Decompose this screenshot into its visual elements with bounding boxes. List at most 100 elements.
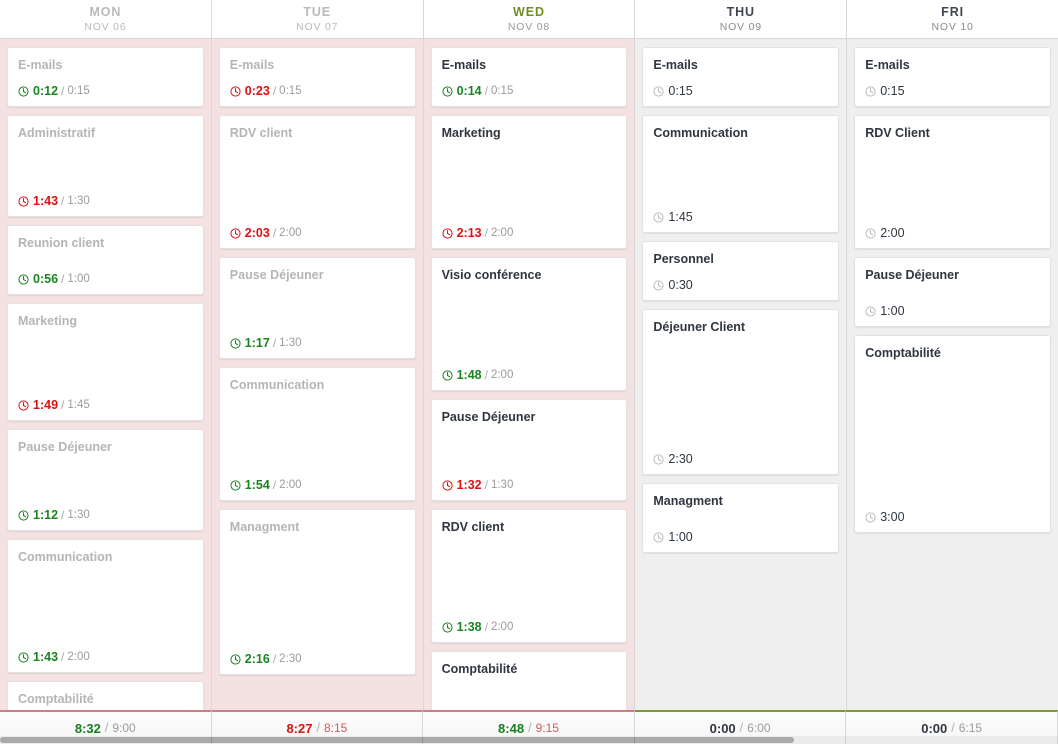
total-separator: / bbox=[528, 721, 532, 735]
day-column-fri[interactable]: E-mails 0:15 RDV Client 2:00 Pause Déjeuner 1… bbox=[847, 39, 1058, 710]
task-card[interactable]: Pause Déjeuner 1:17/1:30 bbox=[218, 257, 416, 359]
task-planned-time: 2:30 bbox=[668, 452, 693, 466]
task-time-row: 0:23/0:15 bbox=[230, 84, 405, 98]
task-planned-time: 1:00 bbox=[668, 530, 693, 544]
task-actual-time: 1:17 bbox=[244, 336, 270, 350]
clock-icon bbox=[442, 479, 453, 491]
time-separator: / bbox=[61, 272, 65, 286]
clock-icon bbox=[230, 479, 241, 491]
task-card[interactable]: E-mails 0:15 bbox=[642, 47, 840, 107]
task-title: E-mails bbox=[229, 58, 275, 72]
clock-icon bbox=[230, 337, 241, 349]
task-card[interactable]: Marketing 1:49/1:45 bbox=[7, 303, 204, 421]
day-header-tue[interactable]: TUE NOV 07 bbox=[211, 0, 424, 38]
task-time-row: 0:15 bbox=[865, 84, 1040, 98]
day-column-wed[interactable]: E-mails 0:14/0:15 Marketing 2:13/2:00 Visio … bbox=[423, 39, 636, 710]
clock-icon bbox=[653, 453, 664, 465]
task-card[interactable]: Reunion client 0:56/1:00 bbox=[7, 225, 204, 295]
task-card[interactable]: Managment 2:16/2:30 bbox=[218, 509, 416, 675]
day-header-thu[interactable]: THU NOV 09 bbox=[635, 0, 848, 38]
day-column-thu[interactable]: E-mails 0:15 Communication 1:45 Personnel 0:3… bbox=[635, 39, 848, 710]
task-card[interactable]: E-mails 0:23/0:15 bbox=[218, 47, 416, 107]
day-header-fri[interactable]: FRI NOV 10 bbox=[847, 0, 1058, 38]
task-card[interactable]: RDV client 2:03/2:00 bbox=[218, 115, 416, 249]
day-total-actual: 8:48 bbox=[498, 720, 525, 736]
task-card[interactable]: Déjeuner Client 2:30 bbox=[642, 309, 840, 475]
day-of-week-label: FRI bbox=[941, 4, 964, 19]
task-card[interactable]: Communication 1:43/2:00 bbox=[7, 539, 204, 673]
task-card[interactable]: E-mails 0:15 bbox=[854, 47, 1051, 107]
task-actual-time: 1:43 bbox=[33, 194, 59, 208]
task-actual-time: 0:14 bbox=[456, 84, 482, 98]
time-separator: / bbox=[61, 398, 65, 412]
task-card[interactable]: RDV client 1:38/2:00 bbox=[430, 509, 628, 643]
task-card[interactable]: Pause Déjeuner 1:00 bbox=[854, 257, 1051, 327]
time-separator: / bbox=[272, 652, 277, 666]
task-title: Reunion client bbox=[18, 236, 105, 250]
clock-icon bbox=[18, 85, 29, 97]
task-planned-time: 2:30 bbox=[279, 653, 302, 665]
weekly-timesheet-app: MON NOV 06 TUE NOV 07 WED NOV 08 THU NOV 09 FRI N… bbox=[0, 0, 1058, 744]
total-separator: / bbox=[316, 721, 320, 735]
total-separator: / bbox=[739, 721, 744, 735]
task-card[interactable]: E-mails 0:12/0:15 bbox=[7, 47, 204, 107]
total-separator: / bbox=[104, 721, 109, 735]
week-totals-row: 8:32/9:00 8:27/8:15 8:48/9:15 0:00/6:00 0:00… bbox=[0, 710, 1058, 744]
task-card[interactable]: Comptabilité1:23/1:30 bbox=[430, 651, 628, 710]
day-column-mon[interactable]: E-mails 0:12/0:15 Administratif 1:43/1:30 Re… bbox=[0, 39, 212, 710]
task-title: Communication bbox=[229, 378, 325, 392]
task-planned-time: 1:45 bbox=[668, 210, 693, 224]
task-title: Pause Déjeuner bbox=[441, 410, 536, 424]
task-title: E-mails bbox=[865, 58, 910, 72]
task-card[interactable]: Administratif 1:43/1:30 bbox=[7, 115, 204, 217]
day-header-wed[interactable]: WED NOV 08 bbox=[423, 0, 636, 38]
task-card[interactable]: Personnel 0:30 bbox=[642, 241, 840, 301]
time-separator: / bbox=[272, 84, 277, 98]
task-actual-time: 1:54 bbox=[244, 478, 270, 492]
task-planned-time: 2:00 bbox=[490, 227, 514, 239]
task-card[interactable]: Comptabilité0:57/1:00 bbox=[7, 681, 204, 710]
task-title: Managment bbox=[653, 494, 723, 508]
time-separator: / bbox=[61, 194, 65, 208]
task-planned-time: 3:00 bbox=[880, 510, 905, 524]
day-total-tue: 8:27/8:15 bbox=[211, 710, 424, 744]
task-time-row: 1:49/1:45 bbox=[18, 398, 193, 412]
task-card[interactable]: Managment 1:00 bbox=[642, 483, 840, 553]
task-title: Déjeuner Client bbox=[653, 320, 746, 334]
clock-icon bbox=[865, 227, 876, 239]
task-card[interactable]: RDV Client 2:00 bbox=[854, 115, 1051, 249]
day-total-planned: 8:15 bbox=[323, 721, 348, 735]
task-planned-time: 0:15 bbox=[880, 84, 905, 98]
task-title: Pause Déjeuner bbox=[229, 268, 324, 282]
day-total-actual: 0:00 bbox=[709, 720, 736, 736]
task-title: E-mails bbox=[653, 58, 698, 72]
task-card[interactable]: Pause Déjeuner 1:12/1:30 bbox=[7, 429, 204, 531]
task-card[interactable]: Communication 1:54/2:00 bbox=[218, 367, 416, 501]
task-title: Administratif bbox=[18, 126, 96, 140]
task-time-row: 1:43/1:30 bbox=[18, 194, 193, 208]
time-separator: / bbox=[61, 84, 65, 98]
task-card[interactable]: Comptabilité 3:00 bbox=[854, 335, 1051, 533]
day-header-mon[interactable]: MON NOV 06 bbox=[0, 0, 212, 38]
day-of-week-label: THU bbox=[726, 4, 755, 19]
task-actual-time: 2:03 bbox=[244, 226, 270, 240]
task-time-row: 0:12/0:15 bbox=[18, 84, 193, 98]
task-card[interactable]: Communication 1:45 bbox=[642, 115, 840, 233]
task-card[interactable]: Marketing 2:13/2:00 bbox=[430, 115, 628, 249]
task-title: Marketing bbox=[18, 314, 78, 328]
task-title: RDV Client bbox=[865, 126, 930, 140]
task-time-row: 2:03/2:00 bbox=[230, 226, 405, 240]
time-separator: / bbox=[484, 620, 488, 634]
task-card[interactable]: E-mails 0:14/0:15 bbox=[430, 47, 628, 107]
week-body-columns[interactable]: E-mails 0:12/0:15 Administratif 1:43/1:30 Re… bbox=[0, 39, 1058, 710]
clock-icon bbox=[865, 85, 876, 97]
clock-icon bbox=[230, 653, 241, 665]
task-card[interactable]: Pause Déjeuner 1:32/1:30 bbox=[430, 399, 628, 501]
day-date-label: NOV 06 bbox=[84, 20, 127, 33]
day-column-tue[interactable]: E-mails 0:23/0:15 RDV client 2:03/2:00 Pause… bbox=[211, 39, 424, 710]
task-planned-time: 0:15 bbox=[279, 85, 302, 97]
task-card[interactable]: Visio conférence 1:48/2:00 bbox=[430, 257, 628, 391]
task-actual-time: 1:38 bbox=[456, 620, 482, 634]
task-title: Personnel bbox=[653, 252, 714, 266]
task-planned-time: 2:00 bbox=[67, 651, 90, 663]
